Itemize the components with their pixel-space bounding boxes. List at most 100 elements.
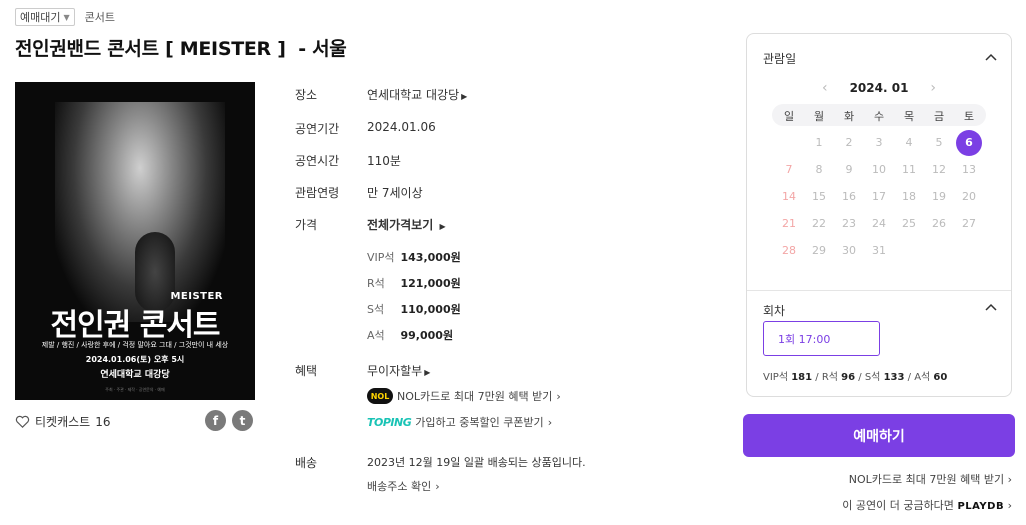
- calendar-day[interactable]: 24: [866, 211, 892, 237]
- round-heading: 회차: [763, 304, 786, 318]
- calendar-day[interactable]: 31: [866, 238, 892, 264]
- calendar-day[interactable]: 29: [806, 238, 832, 264]
- installment-link[interactable]: 무이자할부 ▶: [367, 362, 430, 379]
- venue-label: 장소: [295, 88, 318, 102]
- calendar-day[interactable]: 16: [836, 184, 862, 210]
- calendar-day[interactable]: 6: [956, 130, 982, 156]
- price-amount: 143,000원: [400, 251, 461, 264]
- status-label: 예매대기: [20, 11, 61, 24]
- weekday-label: 금: [933, 110, 945, 123]
- calendar-day[interactable]: 20: [956, 184, 982, 210]
- calendar-day[interactable]: 28: [776, 238, 802, 264]
- caret-right-icon: ▶: [461, 92, 468, 101]
- toping-benefit-link[interactable]: TOPING 가입하고 중복할인 쿠폰받기 ›: [367, 414, 552, 430]
- seat-count: 133: [883, 372, 905, 383]
- calendar-day[interactable]: 23: [836, 211, 862, 237]
- calendar-day[interactable]: 5: [926, 130, 952, 156]
- poster-date: 2024.01.06(토) 오후 5시: [85, 355, 185, 364]
- chevron-right-icon: ›: [1007, 473, 1012, 486]
- next-month-icon[interactable]: ›: [930, 80, 936, 96]
- twitter-icon[interactable]: t: [232, 410, 253, 431]
- ticket-cast-count: 16: [95, 414, 111, 429]
- weekday-label: 수: [873, 110, 885, 123]
- book-button[interactable]: 예매하기: [743, 414, 1015, 457]
- calendar-day[interactable]: 8: [806, 157, 832, 183]
- poster-image: MEISTER 전인권 콘서트 제발 / 행진 / 사랑한 후에 / 걱정 말아…: [15, 82, 255, 400]
- current-month: 2024. 01: [849, 81, 909, 95]
- ticket-cast[interactable]: 티켓캐스트 16: [15, 413, 110, 430]
- calendar-day[interactable]: 9: [836, 157, 862, 183]
- seat-availability: VIP석 181 / R석 96 / S석 133 / A석 60: [763, 372, 948, 383]
- calendar-day[interactable]: 15: [806, 184, 832, 210]
- period-value: 2024.01.06: [367, 120, 436, 134]
- price-amount: 99,000원: [400, 329, 454, 342]
- divider: [747, 290, 1011, 291]
- price-item: S석 110,000원: [367, 301, 461, 317]
- nol-benefit-link[interactable]: NOL NOL카드로 최대 7만원 혜택 받기 ›: [367, 388, 561, 404]
- venue-value: 연세대학교 대강당: [367, 88, 460, 102]
- calendar-day[interactable]: 1: [806, 130, 832, 156]
- seat-grade: A석: [914, 372, 931, 383]
- delivery-value: 2023년 12월 19일 일괄 배송되는 상품입니다.: [367, 456, 586, 469]
- calendar-day[interactable]: 4: [896, 130, 922, 156]
- calendar-day[interactable]: 26: [926, 211, 952, 237]
- calendar-day[interactable]: 13: [956, 157, 982, 183]
- price-grade: R석: [367, 277, 385, 290]
- calendar-day[interactable]: 10: [866, 157, 892, 183]
- chevron-right-icon: ›: [547, 415, 553, 429]
- seat-count: 181: [791, 372, 813, 383]
- calendar-day[interactable]: 21: [776, 211, 802, 237]
- calendar-day[interactable]: 27: [956, 211, 982, 237]
- calendar-day[interactable]: 12: [926, 157, 952, 183]
- month-nav: ‹ 2024. 01 ›: [747, 80, 1011, 96]
- round-option-button[interactable]: 1회 17:00: [763, 321, 880, 356]
- prev-month-icon[interactable]: ‹: [822, 80, 828, 96]
- weekday-label: 토: [963, 110, 975, 123]
- nol-card-link[interactable]: NOL카드로 최대 7만원 혜택 받기 ›: [849, 471, 1012, 487]
- venue-link[interactable]: 연세대학교 대강당 ▶: [367, 86, 467, 103]
- facebook-icon[interactable]: f: [205, 410, 226, 431]
- heart-icon: [15, 415, 30, 428]
- calendar-day[interactable]: 18: [896, 184, 922, 210]
- poster-footer: 주최 · 주관 · 제작 · 공연문의 · 예매: [105, 387, 165, 392]
- chevron-right-icon: ›: [556, 389, 561, 403]
- price-item: A석 99,000원: [367, 327, 453, 343]
- calendar-day[interactable]: 17: [866, 184, 892, 210]
- weekday-label: 일: [783, 110, 795, 123]
- view-all-prices-link[interactable]: 전체가격보기 ▶: [367, 216, 446, 233]
- calendar-day[interactable]: 19: [926, 184, 952, 210]
- calendar-day[interactable]: 2: [836, 130, 862, 156]
- age-label: 관람연령: [295, 186, 340, 200]
- chevron-down-icon: ▼: [63, 12, 70, 22]
- calendar-day[interactable]: 7: [776, 157, 802, 183]
- chevron-up-icon[interactable]: [985, 52, 997, 64]
- view-all-prices-label: 전체가격보기: [367, 218, 434, 232]
- calendar-day[interactable]: 3: [866, 130, 892, 156]
- playdb-link[interactable]: 이 공연이 더 궁금하다면 PLAYDB ›: [842, 497, 1012, 513]
- price-label: 가격: [295, 218, 318, 232]
- calendar-day[interactable]: 22: [806, 211, 832, 237]
- age-value: 만 7세이상: [367, 186, 423, 200]
- poster-venue: 연세대학교 대강당: [100, 370, 170, 380]
- calendar-day[interactable]: 11: [896, 157, 922, 183]
- calendar-day[interactable]: 30: [836, 238, 862, 264]
- toping-logo-icon: TOPING: [367, 415, 412, 429]
- seat-grade: VIP석: [763, 372, 789, 383]
- nol-card-link-label: NOL카드로 최대 7만원 혜택 받기: [848, 473, 1005, 486]
- delivery-address-link[interactable]: 배송주소 확인 ›: [367, 478, 440, 494]
- calendar-day[interactable]: 14: [776, 184, 802, 210]
- status-dropdown[interactable]: 예매대기 ▼: [15, 8, 75, 26]
- price-amount: 121,000원: [400, 277, 461, 290]
- category-label[interactable]: 콘서트: [85, 9, 115, 25]
- chevron-up-icon[interactable]: [985, 302, 997, 314]
- chevron-right-icon: ›: [1007, 499, 1012, 512]
- runtime-value: 110분: [367, 154, 401, 168]
- toping-benefit-text: 가입하고 중복할인 쿠폰받기: [415, 416, 544, 429]
- calendar-heading: 관람일: [763, 52, 797, 66]
- price-grade: VIP석: [367, 251, 395, 264]
- nol-logo-icon: NOL: [367, 388, 393, 404]
- seat-count: 96: [841, 372, 856, 383]
- caret-right-icon: ▶: [439, 222, 446, 231]
- price-amount: 110,000원: [400, 303, 461, 316]
- calendar-day[interactable]: 25: [896, 211, 922, 237]
